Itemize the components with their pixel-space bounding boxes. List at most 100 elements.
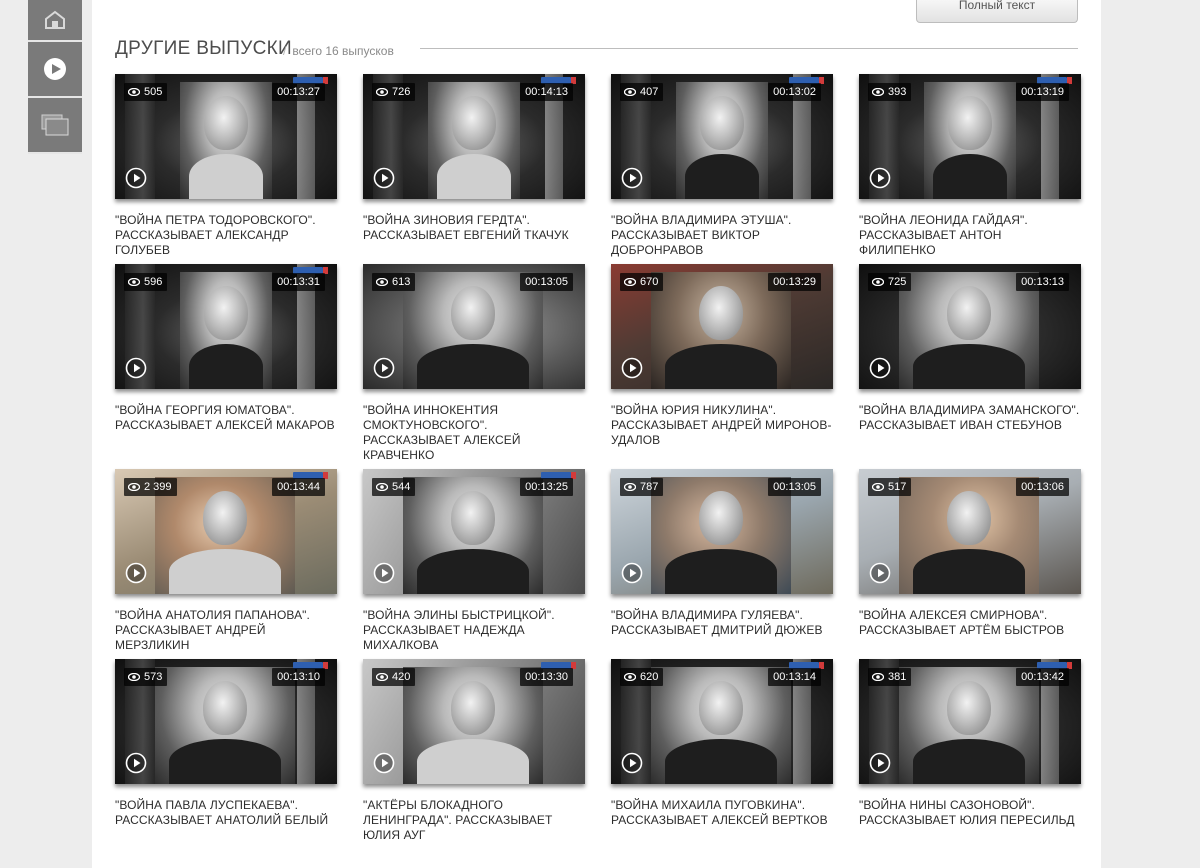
episode-card[interactable]: 596 00:13:31 "Война Георгия Юматова". Ра… (115, 264, 337, 469)
play-icon[interactable] (373, 167, 395, 189)
episode-title[interactable]: "Война Алексея Смирнова". Рассказывает А… (859, 608, 1081, 638)
episode-thumbnail[interactable]: 596 00:13:31 (115, 264, 337, 389)
episode-title[interactable]: "Актёры блокадного Ленинграда". Рассказы… (363, 798, 585, 843)
episode-title[interactable]: "Война Владимира Этуша". Рассказывает Ви… (611, 213, 833, 258)
episode-thumbnail[interactable]: 573 00:13:10 (115, 659, 337, 784)
views-badge: 393 (868, 83, 912, 101)
play-icon[interactable] (621, 562, 643, 584)
episode-card[interactable]: 2 399 00:13:44 "Война Анатолия Папанова"… (115, 469, 337, 659)
eye-icon (376, 278, 388, 286)
episode-thumbnail[interactable]: 517 00:13:06 (859, 469, 1081, 594)
episode-title[interactable]: "Война Леонида Гайдая". Рассказывает Ант… (859, 213, 1081, 258)
full-text-label: Полный текст (958, 0, 1036, 12)
eye-icon (128, 483, 140, 491)
full-text-button[interactable]: Полный текст (916, 0, 1078, 23)
duration-badge: 00:13:29 (768, 273, 821, 291)
episode-title[interactable]: "Война Анатолия Папанова". Рассказывает … (115, 608, 337, 653)
episode-thumbnail[interactable]: 407 00:13:02 (611, 74, 833, 199)
eye-icon (624, 278, 636, 286)
home-icon (43, 10, 67, 30)
play-icon[interactable] (621, 357, 643, 379)
views-badge: 620 (620, 668, 664, 686)
views-badge: 505 (124, 83, 168, 101)
episode-title[interactable]: "Война Павла Луспекаева". Рассказывает А… (115, 798, 337, 828)
episode-title[interactable]: "Война Георгия Юматова". Рассказывает Ал… (115, 403, 337, 433)
play-icon[interactable] (125, 167, 147, 189)
episode-thumbnail[interactable]: 420 00:13:30 (363, 659, 585, 784)
play-icon[interactable] (621, 752, 643, 774)
episode-thumbnail[interactable]: 613 00:13:05 (363, 264, 585, 389)
play-icon[interactable] (869, 357, 891, 379)
eye-icon (376, 88, 388, 96)
play-icon[interactable] (125, 752, 147, 774)
play-icon[interactable] (869, 167, 891, 189)
duration-badge: 00:13:06 (1016, 478, 1069, 496)
duration-badge: 00:13:19 (1016, 83, 1069, 101)
episode-card[interactable]: 407 00:13:02 "Война Владимира Этуша". Ра… (611, 74, 833, 264)
episode-card[interactable]: 381 00:13:42 "Война Нины Сазоновой". Рас… (859, 659, 1081, 839)
views-badge: 517 (868, 478, 912, 496)
episode-card[interactable]: 725 00:13:13 "Война Владимира Заманского… (859, 264, 1081, 469)
episode-title[interactable]: "Война Элины Быстрицкой". Рассказывает Н… (363, 608, 585, 653)
episode-card[interactable]: 505 00:13:27 "Война Петра Тодоровского".… (115, 74, 337, 264)
eye-icon (128, 673, 140, 681)
thumbnail-image (428, 82, 520, 199)
episode-thumbnail[interactable]: 2 399 00:13:44 (115, 469, 337, 594)
eye-icon (872, 88, 884, 96)
views-badge: 544 (372, 478, 416, 496)
episode-title[interactable]: "Война Владимира Гуляева". Рассказывает … (611, 608, 833, 638)
duration-badge: 00:13:14 (768, 668, 821, 686)
eye-icon (624, 88, 636, 96)
gallery-button[interactable] (28, 98, 82, 154)
episode-card[interactable]: 544 00:13:25 "Война Элины Быстрицкой". Р… (363, 469, 585, 659)
episode-thumbnail[interactable]: 787 00:13:05 (611, 469, 833, 594)
episode-thumbnail[interactable]: 725 00:13:13 (859, 264, 1081, 389)
views-badge: 787 (620, 478, 664, 496)
section-divider (420, 48, 1078, 49)
views-badge: 407 (620, 83, 664, 101)
home-button[interactable] (28, 0, 82, 42)
views-badge: 420 (372, 668, 416, 686)
episode-card[interactable]: 573 00:13:10 "Война Павла Луспекаева". Р… (115, 659, 337, 839)
play-icon[interactable] (373, 752, 395, 774)
duration-badge: 00:13:30 (520, 668, 573, 686)
views-badge: 596 (124, 273, 168, 291)
episode-card[interactable]: 517 00:13:06 "Война Алексея Смирнова". Р… (859, 469, 1081, 659)
episode-title[interactable]: "Война Юрия Никулина". Рассказывает Андр… (611, 403, 833, 448)
episode-card[interactable]: 393 00:13:19 "Война Леонида Гайдая". Рас… (859, 74, 1081, 264)
episode-card[interactable]: 726 00:14:13 "Война Зиновия Гердта". Рас… (363, 74, 585, 264)
episode-thumbnail[interactable]: 726 00:14:13 (363, 74, 585, 199)
eye-icon (872, 278, 884, 286)
episode-card[interactable]: 670 00:13:29 "Война Юрия Никулина". Расс… (611, 264, 833, 469)
episode-card[interactable]: 787 00:13:05 "Война Владимира Гуляева". … (611, 469, 833, 659)
episode-thumbnail[interactable]: 381 00:13:42 (859, 659, 1081, 784)
episode-card[interactable]: 420 00:13:30 "Актёры блокадного Ленингра… (363, 659, 585, 842)
duration-badge: 00:13:27 (272, 83, 325, 101)
episode-title[interactable]: "Война Иннокентия Смоктуновского". Расск… (363, 403, 585, 463)
episodes-grid: 505 00:13:27 "Война Петра Тодоровского".… (115, 74, 1081, 842)
play-icon[interactable] (373, 562, 395, 584)
episode-card[interactable]: 620 00:13:14 "Война Михаила Пуговкина". … (611, 659, 833, 839)
duration-badge: 00:13:05 (768, 478, 821, 496)
eye-icon (624, 483, 636, 491)
episode-title[interactable]: "Война Нины Сазоновой". Рассказывает Юли… (859, 798, 1081, 828)
play-icon[interactable] (621, 167, 643, 189)
play-icon[interactable] (869, 752, 891, 774)
duration-badge: 00:13:13 (1016, 273, 1069, 291)
play-icon[interactable] (869, 562, 891, 584)
play-icon[interactable] (373, 357, 395, 379)
episode-thumbnail[interactable]: 544 00:13:25 (363, 469, 585, 594)
video-button[interactable] (28, 42, 82, 98)
episode-card[interactable]: 613 00:13:05 "Война Иннокентия Смоктунов… (363, 264, 585, 469)
episode-thumbnail[interactable]: 620 00:13:14 (611, 659, 833, 784)
episode-thumbnail[interactable]: 505 00:13:27 (115, 74, 337, 199)
episode-title[interactable]: "Война Михаила Пуговкина". Рассказывает … (611, 798, 833, 828)
episode-title[interactable]: "Война Владимира Заманского". Рассказыва… (859, 403, 1081, 433)
episode-title[interactable]: "Война Петра Тодоровского". Рассказывает… (115, 213, 337, 258)
episode-thumbnail[interactable]: 670 00:13:29 (611, 264, 833, 389)
thumbnail-image (924, 82, 1016, 199)
episode-title[interactable]: "Война Зиновия Гердта". Рассказывает Евг… (363, 213, 585, 243)
play-icon[interactable] (125, 357, 147, 379)
episode-thumbnail[interactable]: 393 00:13:19 (859, 74, 1081, 199)
play-icon[interactable] (125, 562, 147, 584)
